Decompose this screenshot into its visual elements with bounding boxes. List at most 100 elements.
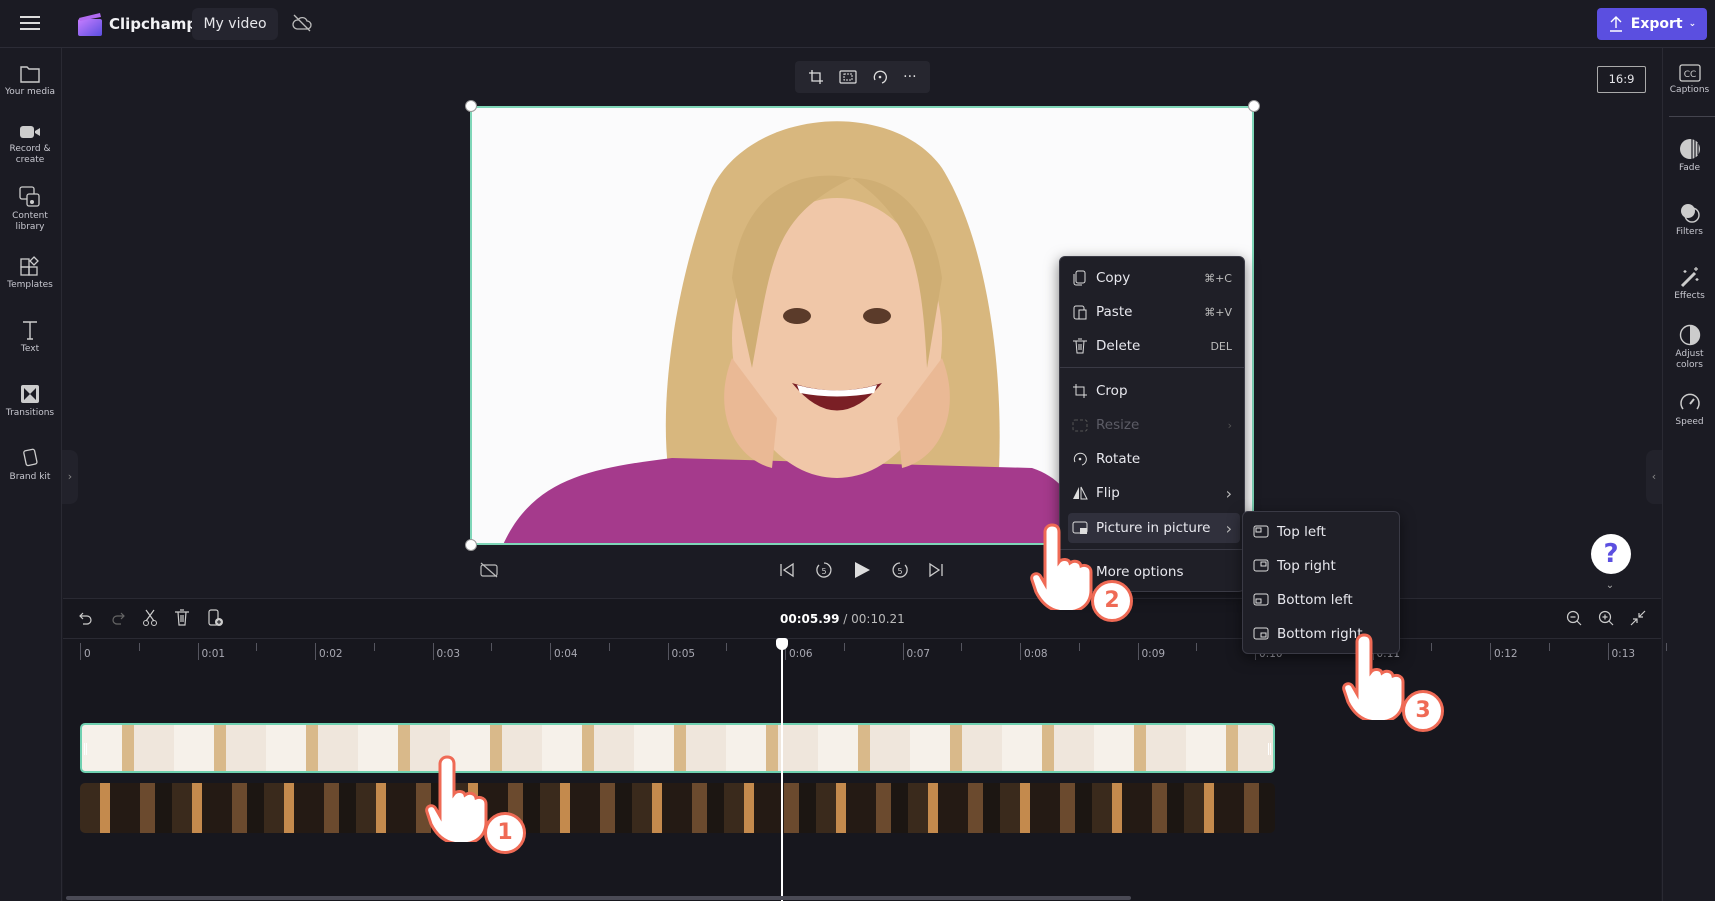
aspect-ratio-button[interactable]: 16:9 bbox=[1597, 66, 1646, 93]
step-badge: 3 bbox=[1402, 690, 1444, 732]
submenu-item-bottom-left[interactable]: Bottom left bbox=[1249, 585, 1391, 615]
chevron-right-icon: › bbox=[1225, 483, 1232, 503]
ruler-label: 0:09 bbox=[1141, 648, 1166, 660]
ruler-minor-tick bbox=[373, 643, 375, 651]
crop-icon[interactable] bbox=[808, 69, 824, 85]
ruler-label: 0:13 bbox=[1611, 648, 1636, 660]
menu-item-copy[interactable]: Copy ⌘+C bbox=[1068, 263, 1236, 293]
fit-icon[interactable] bbox=[839, 70, 857, 84]
menu-label: Copy bbox=[1096, 270, 1131, 286]
project-title-field[interactable]: My video bbox=[192, 8, 278, 40]
delete-icon[interactable] bbox=[174, 609, 190, 627]
hide-preview-icon[interactable] bbox=[480, 562, 498, 578]
redo-icon[interactable] bbox=[110, 610, 126, 626]
sidebar-item-your-media[interactable]: Your media bbox=[0, 64, 60, 98]
resize-handle-bottom-left[interactable] bbox=[465, 539, 477, 551]
zoom-out-icon[interactable] bbox=[1566, 610, 1582, 626]
rotate-icon[interactable] bbox=[872, 69, 888, 85]
add-media-icon[interactable] bbox=[207, 609, 225, 627]
help-button[interactable]: ? bbox=[1591, 534, 1631, 574]
menu-item-crop[interactable]: Crop bbox=[1068, 376, 1236, 406]
menu-item-paste[interactable]: Paste ⌘+V bbox=[1068, 297, 1236, 327]
playhead[interactable] bbox=[781, 645, 783, 901]
ruler-label: 0:08 bbox=[1024, 648, 1048, 660]
right-sidebar: CC Captions Fade Filters Effects Adjust c… bbox=[1662, 48, 1715, 901]
rewind-5-icon[interactable]: 5 bbox=[814, 560, 834, 580]
resize-handle-top-left[interactable] bbox=[465, 100, 477, 112]
sidebar-item-filters[interactable]: Filters bbox=[1663, 202, 1715, 238]
video-clip-track-1[interactable] bbox=[80, 723, 1275, 773]
time-display: 00:05.99 / 00:10.21 bbox=[780, 612, 905, 626]
menu-label: Crop bbox=[1096, 383, 1128, 399]
sidebar-item-effects[interactable]: Effects bbox=[1663, 266, 1715, 302]
skip-forward-icon[interactable] bbox=[928, 562, 944, 578]
expand-left-panel-button[interactable]: › bbox=[62, 450, 78, 504]
collapse-chevron-icon[interactable]: ⌄ bbox=[1595, 580, 1625, 594]
chevron-right-icon: › bbox=[1227, 418, 1232, 432]
menu-label: More options bbox=[1096, 564, 1184, 580]
menu-label: Flip bbox=[1096, 485, 1120, 501]
undo-icon[interactable] bbox=[78, 610, 94, 626]
menu-item-resize: Resize › bbox=[1068, 410, 1236, 440]
pip-position-icon bbox=[1253, 559, 1269, 572]
submenu-item-top-right[interactable]: Top right bbox=[1249, 551, 1391, 581]
forward-5-icon[interactable]: 5 bbox=[890, 560, 910, 580]
export-button[interactable]: Export ⌄ bbox=[1597, 8, 1707, 40]
sidebar-item-speed[interactable]: Speed bbox=[1663, 392, 1715, 428]
hamburger-menu-icon[interactable] bbox=[20, 15, 40, 31]
pip-position-icon bbox=[1253, 525, 1269, 538]
sidebar-item-captions[interactable]: CC Captions bbox=[1663, 64, 1715, 96]
sidebar-item-transitions[interactable]: Transitions bbox=[0, 383, 60, 419]
sidebar-item-fade[interactable]: Fade bbox=[1663, 138, 1715, 174]
expand-right-panel-button[interactable]: ‹ bbox=[1646, 450, 1662, 504]
sidebar-item-adjust-colors[interactable]: Adjust colors bbox=[1663, 324, 1715, 371]
ruler-label: 0:05 bbox=[671, 648, 696, 660]
ruler-tick bbox=[197, 643, 199, 660]
split-scissors-icon[interactable] bbox=[142, 609, 158, 627]
playhead-handle[interactable] bbox=[776, 638, 788, 650]
sidebar-item-content-library[interactable]: Content library bbox=[0, 186, 60, 233]
more-icon[interactable]: ··· bbox=[903, 69, 916, 85]
divider bbox=[63, 638, 1661, 639]
ruler-label: 0:12 bbox=[1494, 648, 1518, 660]
trim-handle-right[interactable] bbox=[1268, 743, 1271, 755]
sidebar-label: Transitions bbox=[5, 408, 55, 418]
captions-icon: CC bbox=[1678, 64, 1701, 82]
skip-back-icon[interactable] bbox=[779, 562, 795, 578]
menu-item-delete[interactable]: Delete DEL bbox=[1068, 331, 1236, 361]
pip-position-icon bbox=[1253, 593, 1269, 606]
video-clip-track-2[interactable] bbox=[80, 783, 1275, 833]
ruler-tick bbox=[667, 643, 669, 660]
ruler-minor-tick bbox=[843, 643, 845, 651]
sidebar-label: Filters bbox=[1676, 227, 1703, 237]
sidebar-item-brand-kit[interactable]: Brand kit bbox=[0, 447, 60, 483]
menu-item-flip[interactable]: Flip › bbox=[1068, 478, 1236, 508]
shortcut: ⌘+V bbox=[1204, 305, 1232, 319]
sidebar-label: Speed bbox=[1675, 417, 1704, 427]
sidebar-item-text[interactable]: Text bbox=[0, 319, 60, 355]
chevron-down-icon: ⌄ bbox=[1688, 19, 1697, 29]
ruler-label: 0:01 bbox=[201, 648, 226, 660]
ruler-minor-tick bbox=[1196, 643, 1198, 651]
ruler-minor-tick bbox=[961, 643, 963, 651]
ruler-minor-tick bbox=[256, 643, 258, 651]
play-icon[interactable] bbox=[853, 561, 871, 579]
submenu-item-top-left[interactable]: Top left bbox=[1249, 517, 1391, 547]
zoom-in-icon[interactable] bbox=[1598, 610, 1614, 626]
resize-handle-top-right[interactable] bbox=[1248, 100, 1260, 112]
fade-icon bbox=[1679, 139, 1700, 159]
fit-timeline-icon[interactable] bbox=[1630, 610, 1646, 626]
svg-text:CC: CC bbox=[1683, 70, 1696, 80]
ruler-label: 0:02 bbox=[319, 648, 343, 660]
sidebar-item-templates[interactable]: Templates bbox=[0, 255, 60, 291]
sidebar-item-record-create[interactable]: Record & create bbox=[0, 123, 60, 166]
menu-label: Bottom left bbox=[1277, 592, 1353, 608]
trim-handle-left[interactable] bbox=[84, 743, 87, 755]
menu-label: Resize bbox=[1096, 417, 1140, 433]
ruler-label: 0:04 bbox=[554, 648, 578, 660]
menu-item-rotate[interactable]: Rotate bbox=[1068, 444, 1236, 474]
app-name: Clipchamp bbox=[109, 15, 198, 33]
horizontal-scrollbar[interactable] bbox=[66, 896, 1131, 900]
menu-label: Top right bbox=[1277, 558, 1336, 574]
ruler-minor-tick bbox=[491, 643, 493, 651]
